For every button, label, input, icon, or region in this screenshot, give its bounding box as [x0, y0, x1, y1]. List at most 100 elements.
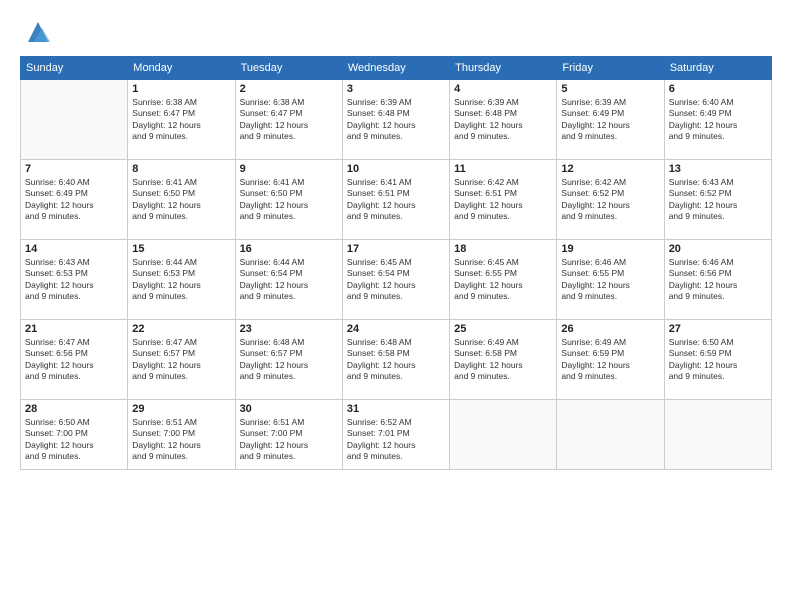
calendar-day-cell: 13 Sunrise: 6:43 AM Sunset: 6:52 PM Dayli…	[664, 160, 771, 240]
day-number: 12	[561, 163, 659, 175]
weekday-header: Monday	[128, 57, 235, 80]
day-info: Sunrise: 6:47 AM Sunset: 6:56 PM Dayligh…	[25, 337, 123, 383]
calendar-day-cell: 8 Sunrise: 6:41 AM Sunset: 6:50 PM Daylig…	[128, 160, 235, 240]
day-info: Sunrise: 6:39 AM Sunset: 6:48 PM Dayligh…	[454, 97, 552, 143]
calendar-day-cell: 24 Sunrise: 6:48 AM Sunset: 6:58 PM Dayli…	[342, 320, 449, 400]
day-number: 22	[132, 323, 230, 335]
day-info: Sunrise: 6:50 AM Sunset: 7:00 PM Dayligh…	[25, 417, 123, 463]
calendar-day-cell: 26Sunrise: 6:49 AM Sunset: 6:59 PM Dayli…	[557, 320, 664, 400]
calendar-day-cell: 30 Sunrise: 6:51 AM Sunset: 7:00 PM Dayli…	[235, 400, 342, 470]
page: SundayMondayTuesdayWednesdayThursdayFrid…	[0, 0, 792, 612]
day-info: Sunrise: 6:45 AM Sunset: 6:55 PM Dayligh…	[454, 257, 552, 303]
day-number: 25	[454, 323, 552, 335]
calendar-day-cell: 16 Sunrise: 6:44 AM Sunset: 6:54 PM Dayli…	[235, 240, 342, 320]
day-number: 11	[454, 163, 552, 175]
calendar-day-cell: 1Sunrise: 6:38 AM Sunset: 6:47 PM Daylig…	[128, 80, 235, 160]
day-number: 19	[561, 243, 659, 255]
calendar-day-cell: 19 Sunrise: 6:46 AM Sunset: 6:55 PM Dayli…	[557, 240, 664, 320]
calendar-day-cell	[557, 400, 664, 470]
day-number: 21	[25, 323, 123, 335]
day-number: 3	[347, 83, 445, 95]
day-number: 4	[454, 83, 552, 95]
day-info: Sunrise: 6:46 AM Sunset: 6:55 PM Dayligh…	[561, 257, 659, 303]
calendar-day-cell: 23 Sunrise: 6:48 AM Sunset: 6:57 PM Dayli…	[235, 320, 342, 400]
day-info: Sunrise: 6:39 AM Sunset: 6:49 PM Dayligh…	[561, 97, 659, 143]
day-number: 10	[347, 163, 445, 175]
day-info: Sunrise: 6:48 AM Sunset: 6:58 PM Dayligh…	[347, 337, 445, 383]
calendar-day-cell: 10Sunrise: 6:41 AM Sunset: 6:51 PM Dayli…	[342, 160, 449, 240]
calendar-day-cell: 27Sunrise: 6:50 AM Sunset: 6:59 PM Dayli…	[664, 320, 771, 400]
day-info: Sunrise: 6:43 AM Sunset: 6:53 PM Dayligh…	[25, 257, 123, 303]
day-info: Sunrise: 6:40 AM Sunset: 6:49 PM Dayligh…	[25, 177, 123, 223]
calendar-week-row: 21 Sunrise: 6:47 AM Sunset: 6:56 PM Dayli…	[21, 320, 772, 400]
day-number: 31	[347, 403, 445, 415]
calendar-day-cell: 7Sunrise: 6:40 AM Sunset: 6:49 PM Daylig…	[21, 160, 128, 240]
day-number: 9	[240, 163, 338, 175]
day-info: Sunrise: 6:38 AM Sunset: 6:47 PM Dayligh…	[132, 97, 230, 143]
calendar-day-cell: 9 Sunrise: 6:41 AM Sunset: 6:50 PM Daylig…	[235, 160, 342, 240]
day-info: Sunrise: 6:38 AM Sunset: 6:47 PM Dayligh…	[240, 97, 338, 143]
day-info: Sunrise: 6:44 AM Sunset: 6:54 PM Dayligh…	[240, 257, 338, 303]
day-info: Sunrise: 6:42 AM Sunset: 6:52 PM Dayligh…	[561, 177, 659, 223]
day-info: Sunrise: 6:48 AM Sunset: 6:57 PM Dayligh…	[240, 337, 338, 383]
calendar-day-cell: 6 Sunrise: 6:40 AM Sunset: 6:49 PM Daylig…	[664, 80, 771, 160]
day-number: 15	[132, 243, 230, 255]
day-info: Sunrise: 6:51 AM Sunset: 7:00 PM Dayligh…	[240, 417, 338, 463]
calendar-day-cell: 25 Sunrise: 6:49 AM Sunset: 6:58 PM Dayli…	[450, 320, 557, 400]
calendar-day-cell: 15 Sunrise: 6:44 AM Sunset: 6:53 PM Dayli…	[128, 240, 235, 320]
day-number: 23	[240, 323, 338, 335]
weekday-header: Wednesday	[342, 57, 449, 80]
calendar-day-cell: 22Sunrise: 6:47 AM Sunset: 6:57 PM Dayli…	[128, 320, 235, 400]
calendar-day-cell: 11Sunrise: 6:42 AM Sunset: 6:51 PM Dayli…	[450, 160, 557, 240]
day-number: 2	[240, 83, 338, 95]
day-info: Sunrise: 6:51 AM Sunset: 7:00 PM Dayligh…	[132, 417, 230, 463]
calendar-day-cell: 20 Sunrise: 6:46 AM Sunset: 6:56 PM Dayli…	[664, 240, 771, 320]
day-info: Sunrise: 6:52 AM Sunset: 7:01 PM Dayligh…	[347, 417, 445, 463]
weekday-header: Friday	[557, 57, 664, 80]
weekday-header: Thursday	[450, 57, 557, 80]
day-info: Sunrise: 6:43 AM Sunset: 6:52 PM Dayligh…	[669, 177, 767, 223]
day-number: 16	[240, 243, 338, 255]
calendar-day-cell: 14 Sunrise: 6:43 AM Sunset: 6:53 PM Dayli…	[21, 240, 128, 320]
day-info: Sunrise: 6:41 AM Sunset: 6:50 PM Dayligh…	[132, 177, 230, 223]
calendar-day-cell	[664, 400, 771, 470]
day-number: 18	[454, 243, 552, 255]
weekday-header: Tuesday	[235, 57, 342, 80]
day-info: Sunrise: 6:50 AM Sunset: 6:59 PM Dayligh…	[669, 337, 767, 383]
calendar-week-row: 1Sunrise: 6:38 AM Sunset: 6:47 PM Daylig…	[21, 80, 772, 160]
day-info: Sunrise: 6:40 AM Sunset: 6:49 PM Dayligh…	[669, 97, 767, 143]
weekday-header: Sunday	[21, 57, 128, 80]
day-info: Sunrise: 6:44 AM Sunset: 6:53 PM Dayligh…	[132, 257, 230, 303]
calendar-day-cell: 18 Sunrise: 6:45 AM Sunset: 6:55 PM Dayli…	[450, 240, 557, 320]
day-info: Sunrise: 6:41 AM Sunset: 6:50 PM Dayligh…	[240, 177, 338, 223]
day-number: 20	[669, 243, 767, 255]
day-number: 8	[132, 163, 230, 175]
day-number: 30	[240, 403, 338, 415]
day-number: 28	[25, 403, 123, 415]
calendar-table: SundayMondayTuesdayWednesdayThursdayFrid…	[20, 56, 772, 470]
day-info: Sunrise: 6:49 AM Sunset: 6:59 PM Dayligh…	[561, 337, 659, 383]
calendar-header-row: SundayMondayTuesdayWednesdayThursdayFrid…	[21, 57, 772, 80]
day-info: Sunrise: 6:49 AM Sunset: 6:58 PM Dayligh…	[454, 337, 552, 383]
calendar-day-cell: 5 Sunrise: 6:39 AM Sunset: 6:49 PM Daylig…	[557, 80, 664, 160]
calendar-week-row: 14 Sunrise: 6:43 AM Sunset: 6:53 PM Dayli…	[21, 240, 772, 320]
day-number: 14	[25, 243, 123, 255]
calendar-week-row: 7Sunrise: 6:40 AM Sunset: 6:49 PM Daylig…	[21, 160, 772, 240]
day-number: 5	[561, 83, 659, 95]
calendar-week-row: 28 Sunrise: 6:50 AM Sunset: 7:00 PM Dayli…	[21, 400, 772, 470]
calendar-day-cell	[21, 80, 128, 160]
calendar-day-cell: 28 Sunrise: 6:50 AM Sunset: 7:00 PM Dayli…	[21, 400, 128, 470]
header	[20, 18, 772, 46]
calendar-day-cell: 31 Sunrise: 6:52 AM Sunset: 7:01 PM Dayli…	[342, 400, 449, 470]
day-number: 17	[347, 243, 445, 255]
day-number: 24	[347, 323, 445, 335]
day-number: 13	[669, 163, 767, 175]
calendar-day-cell: 17Sunrise: 6:45 AM Sunset: 6:54 PM Dayli…	[342, 240, 449, 320]
calendar-day-cell: 21 Sunrise: 6:47 AM Sunset: 6:56 PM Dayli…	[21, 320, 128, 400]
calendar-day-cell: 2 Sunrise: 6:38 AM Sunset: 6:47 PM Daylig…	[235, 80, 342, 160]
day-info: Sunrise: 6:46 AM Sunset: 6:56 PM Dayligh…	[669, 257, 767, 303]
day-info: Sunrise: 6:39 AM Sunset: 6:48 PM Dayligh…	[347, 97, 445, 143]
day-number: 29	[132, 403, 230, 415]
weekday-header: Saturday	[664, 57, 771, 80]
day-number: 6	[669, 83, 767, 95]
